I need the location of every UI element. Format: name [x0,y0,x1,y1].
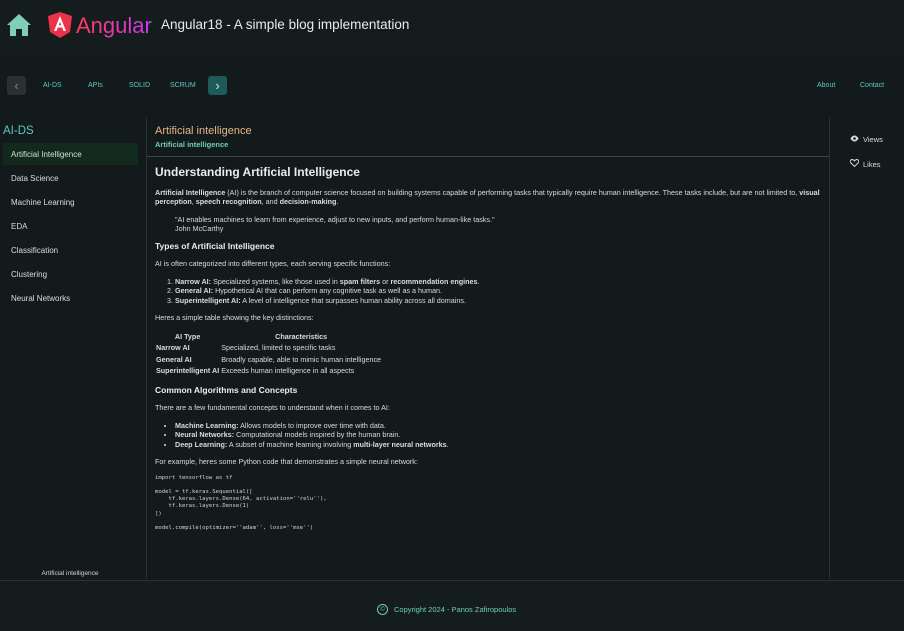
code-block: import tensorflow as tf model = tf.keras… [155,474,327,531]
sidebar-footer: Artificial intelligence [41,570,99,577]
sidebar: AI-DS Artificial Intelligence Data Scien… [0,118,147,578]
nav-link-scrum[interactable]: SCRUM [170,82,196,89]
chevron-right-icon: › [215,78,220,93]
algos-list: Machine Learning: Allows models to impro… [155,421,820,450]
types-list: Narrow AI: Specialized systems, like tho… [155,277,820,306]
nav-next-button[interactable]: › [208,76,227,95]
intro-paragraph: Artificial Intelligence (AI) is the bran… [155,187,820,207]
quote-author: John McCarthy [175,224,224,233]
sidebar-item-label: Data Science [11,173,59,183]
sidebar-item-label: Neural Networks [11,293,71,303]
article-header: Artificial intelligence Artificial intel… [147,118,829,157]
types-heading: Types of Artificial Intelligence [155,240,275,251]
table-cell: Superintelligent AI [156,366,220,375]
article-subtitle: Artificial intelligence [155,140,229,149]
nav-link-apis[interactable]: APIs [88,82,103,89]
table-header: AI Type [174,331,201,341]
copyright-text: Copyright 2024 - Panos Zafiropoulos [394,605,517,614]
sidebar-item-label: Machine Learning [11,197,75,207]
nav-link-solid[interactable]: SOLID [129,82,150,89]
table-cell: Broadly capable, able to mimic human int… [221,354,382,364]
table-header: Characteristics [275,331,328,341]
ai-types-table: AI Type Characteristics Narrow AI Speciali… [155,331,382,377]
sidebar-item-data-science[interactable]: Data Science [3,167,138,189]
sidebar-title: AI-DS [3,125,34,137]
app-footer: © Copyright 2024 - Panos Zafiropoulos [0,580,904,631]
sidebar-item-classification[interactable]: Classification [3,239,138,261]
table-row: General AI Broadly capable, able to mimic… [155,354,382,366]
nav-link-ai-ds[interactable]: AI-DS [43,82,62,89]
copyright-icon: © [377,604,388,615]
sidebar-item-artificial-intelligence[interactable]: Artificial Intelligence [3,143,138,165]
sidebar-item-clustering[interactable]: Clustering [3,263,138,285]
table-row: Superintelligent AI Exceeds human intelli… [155,365,382,377]
list-item: Superintelligent AI: A level of intellig… [175,296,820,306]
table-cell: Exceeds human intelligence in all aspect… [221,366,355,375]
views-button[interactable]: Views [850,135,883,144]
table-cell: General AI [156,354,192,364]
table-cell: Specialized, limited to specific tasks [221,343,336,352]
eye-icon [850,135,859,144]
nav-link-about[interactable]: About [817,82,835,89]
algos-heading: Common Algorithms and Concepts [155,384,298,395]
algos-intro: There are a few fundamental concepts to … [155,403,390,412]
article-content: Understanding Artificial Intelligence Ar… [155,165,820,532]
quote: "AI enables machines to learn from exper… [175,214,495,234]
sidebar-item-label: EDA [11,221,28,231]
article-panel: Artificial intelligence Artificial intel… [147,118,829,578]
table-cell: Narrow AI [156,343,190,352]
table-intro: Heres a simple table showing the key dis… [155,313,314,322]
angular-logo-icon[interactable] [48,12,72,38]
list-item: Machine Learning: Allows models to impro… [175,421,820,431]
nav-link-contact[interactable]: Contact [860,82,884,89]
article-title: Artificial intelligence [155,125,252,137]
heart-icon [849,159,860,169]
list-item: Deep Learning: A subset of machine learn… [175,440,820,450]
copyright: © Copyright 2024 - Panos Zafiropoulos [377,604,516,615]
brand-name[interactable]: Angular [76,13,152,39]
chevron-left-icon: ‹ [14,78,19,93]
top-nav: ‹ AI-DS APIs SOLID SCRUM › About Contact [0,72,904,102]
stats-panel: Views Likes [829,118,904,578]
views-label: Views [863,135,883,144]
list-item: Narrow AI: Specialized systems, like tho… [175,277,820,287]
sidebar-item-machine-learning[interactable]: Machine Learning [3,191,138,213]
nav-prev-button[interactable]: ‹ [7,76,26,95]
table-row: Narrow AI Specialized, limited to specifi… [155,342,382,354]
likes-label: Likes [863,159,881,169]
sidebar-item-label: Clustering [11,269,48,279]
list-item: Neural Networks: Computational models in… [175,430,820,440]
list-item: General AI: Hypothetical AI that can per… [175,286,820,296]
table-header-row: AI Type Characteristics [155,331,382,343]
likes-button[interactable]: Likes [849,159,881,169]
app-header: Angular Angular18 - A simple blog implem… [0,0,904,52]
types-intro: AI is often categorized into different t… [155,259,391,268]
app-title: Angular18 - A simple blog implementation [161,17,410,32]
article-heading: Understanding Artificial Intelligence [155,165,360,179]
sidebar-item-label: Classification [11,245,59,255]
sidebar-item-label: Artificial Intelligence [11,149,82,159]
sidebar-item-eda[interactable]: EDA [3,215,138,237]
sidebar-item-neural-networks[interactable]: Neural Networks [3,287,138,309]
code-intro: For example, heres some Python code that… [155,457,418,466]
home-icon[interactable] [6,13,32,37]
